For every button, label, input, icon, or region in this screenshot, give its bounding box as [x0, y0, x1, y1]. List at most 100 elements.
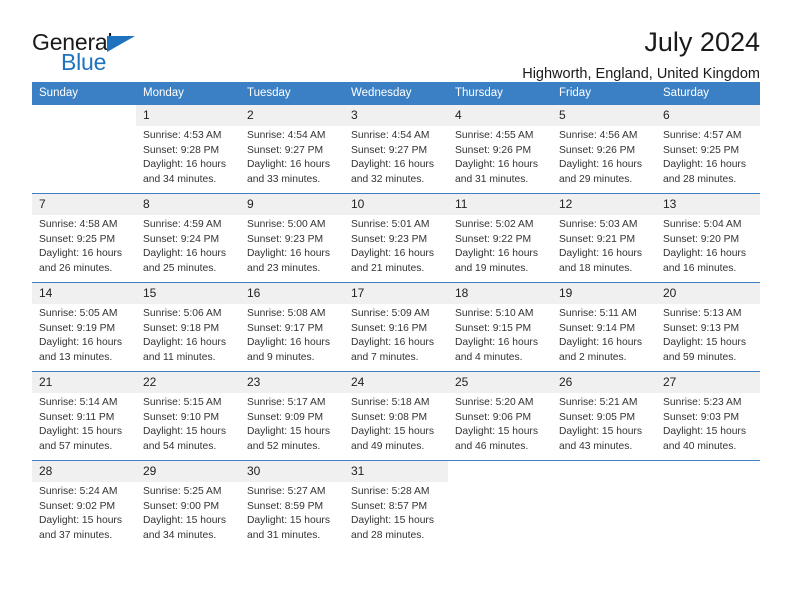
day-number: 6 [656, 105, 760, 126]
sunrise-text: Sunrise: 5:05 AM [39, 308, 118, 319]
calendar-day-cell[interactable]: 22 Sunrise: 5:15 AM Sunset: 9:10 PM Dayl… [136, 371, 240, 461]
calendar-day-cell[interactable]: 10 Sunrise: 5:01 AM Sunset: 9:23 PM Dayl… [344, 193, 448, 283]
calendar-day-cell[interactable]: 20 Sunrise: 5:13 AM Sunset: 9:13 PM Dayl… [656, 282, 760, 372]
calendar-day-cell[interactable]: 12 Sunrise: 5:03 AM Sunset: 9:21 PM Dayl… [552, 193, 656, 283]
calendar-week-row: 7 Sunrise: 4:58 AM Sunset: 9:25 PM Dayli… [32, 193, 760, 283]
calendar-day-cell[interactable]: 23 Sunrise: 5:17 AM Sunset: 9:09 PM Dayl… [240, 371, 344, 461]
weekday-header-thursday: Thursday [448, 82, 552, 105]
day-number: 1 [136, 105, 240, 126]
day-number: 29 [136, 461, 240, 482]
calendar-day-cell[interactable]: 27 Sunrise: 5:23 AM Sunset: 9:03 PM Dayl… [656, 371, 760, 461]
daylight-text-line1: Daylight: 15 hours [39, 426, 122, 438]
daylight-text-line2: and 59 minutes. [663, 351, 737, 363]
calendar-day-cell[interactable]: 26 Sunrise: 5:21 AM Sunset: 9:05 PM Dayl… [552, 371, 656, 461]
calendar-day-cell[interactable]: 3 Sunrise: 4:54 AM Sunset: 9:27 PM Dayli… [344, 104, 448, 194]
daylight-text-line1: Daylight: 15 hours [455, 426, 538, 438]
sunset-text: Sunset: 9:13 PM [663, 322, 740, 334]
day-details: Sunrise: 5:03 AM Sunset: 9:21 PM Dayligh… [552, 215, 656, 276]
sunrise-text: Sunrise: 5:09 AM [351, 308, 430, 319]
sunrise-text: Sunrise: 5:23 AM [663, 397, 742, 408]
daylight-text-line1: Daylight: 16 hours [247, 337, 330, 349]
calendar-day-cell[interactable]: 2 Sunrise: 4:54 AM Sunset: 9:27 PM Dayli… [240, 104, 344, 194]
daylight-text-line2: and 2 minutes. [559, 351, 627, 363]
calendar-day-cell[interactable]: 6 Sunrise: 4:57 AM Sunset: 9:25 PM Dayli… [656, 104, 760, 194]
daylight-text-line2: and 54 minutes. [143, 440, 217, 452]
calendar-day-cell[interactable]: 31 Sunrise: 5:28 AM Sunset: 8:57 PM Dayl… [344, 460, 448, 549]
calendar-day-cell[interactable]: 21 Sunrise: 5:14 AM Sunset: 9:11 PM Dayl… [32, 371, 136, 461]
calendar-week-row: 1 Sunrise: 4:53 AM Sunset: 9:28 PM Dayli… [32, 104, 760, 194]
day-number: 14 [32, 283, 136, 304]
daylight-text-line1: Daylight: 16 hours [351, 159, 434, 171]
daylight-text-line1: Daylight: 15 hours [663, 426, 746, 438]
calendar-day-cell[interactable]: 14 Sunrise: 5:05 AM Sunset: 9:19 PM Dayl… [32, 282, 136, 372]
calendar-day-cell[interactable]: 13 Sunrise: 5:04 AM Sunset: 9:20 PM Dayl… [656, 193, 760, 283]
sunrise-text: Sunrise: 5:11 AM [559, 308, 637, 319]
sunset-text: Sunset: 9:25 PM [663, 144, 740, 156]
sunrise-text: Sunrise: 5:02 AM [455, 219, 534, 230]
day-number: 8 [136, 194, 240, 215]
day-number: 5 [552, 105, 656, 126]
sunset-text: Sunset: 9:21 PM [559, 233, 636, 245]
calendar-day-cell[interactable]: 30 Sunrise: 5:27 AM Sunset: 8:59 PM Dayl… [240, 460, 344, 549]
daylight-text-line2: and 57 minutes. [39, 440, 113, 452]
calendar-day-cell[interactable]: 15 Sunrise: 5:06 AM Sunset: 9:18 PM Dayl… [136, 282, 240, 372]
day-number: 17 [344, 283, 448, 304]
day-details: Sunrise: 5:28 AM Sunset: 8:57 PM Dayligh… [344, 482, 448, 543]
daylight-text-line1: Daylight: 16 hours [143, 248, 226, 260]
sunrise-text: Sunrise: 5:13 AM [663, 308, 742, 319]
calendar-body: 1 Sunrise: 4:53 AM Sunset: 9:28 PM Dayli… [32, 104, 760, 549]
daylight-text-line1: Daylight: 16 hours [143, 337, 226, 349]
calendar-day-cell[interactable]: 8 Sunrise: 4:59 AM Sunset: 9:24 PM Dayli… [136, 193, 240, 283]
daylight-text-line2: and 49 minutes. [351, 440, 425, 452]
day-number [656, 461, 760, 479]
sunset-text: Sunset: 9:11 PM [39, 411, 115, 423]
daylight-text-line2: and 11 minutes. [143, 351, 216, 363]
daylight-text-line1: Daylight: 15 hours [143, 515, 226, 527]
brand-logo-triangle-icon [107, 36, 135, 52]
daylight-text-line1: Daylight: 16 hours [455, 248, 538, 260]
sunset-text: Sunset: 9:23 PM [247, 233, 324, 245]
calendar-day-cell[interactable]: 24 Sunrise: 5:18 AM Sunset: 9:08 PM Dayl… [344, 371, 448, 461]
daylight-text-line1: Daylight: 16 hours [247, 248, 330, 260]
daylight-text-line2: and 43 minutes. [559, 440, 633, 452]
calendar-day-cell[interactable]: 5 Sunrise: 4:56 AM Sunset: 9:26 PM Dayli… [552, 104, 656, 194]
sunrise-text: Sunrise: 5:03 AM [559, 219, 638, 230]
sunrise-text: Sunrise: 5:08 AM [247, 308, 326, 319]
calendar-day-cell[interactable]: 18 Sunrise: 5:10 AM Sunset: 9:15 PM Dayl… [448, 282, 552, 372]
sunset-text: Sunset: 9:23 PM [351, 233, 428, 245]
daylight-text-line1: Daylight: 16 hours [39, 248, 122, 260]
brand-logo[interactable]: General Blue [32, 28, 162, 76]
calendar-day-cell[interactable]: 25 Sunrise: 5:20 AM Sunset: 9:06 PM Dayl… [448, 371, 552, 461]
calendar-day-cell[interactable]: 17 Sunrise: 5:09 AM Sunset: 9:16 PM Dayl… [344, 282, 448, 372]
day-number: 3 [344, 105, 448, 126]
calendar-day-cell[interactable]: 7 Sunrise: 4:58 AM Sunset: 9:25 PM Dayli… [32, 193, 136, 283]
day-number: 18 [448, 283, 552, 304]
sunset-text: Sunset: 9:27 PM [247, 144, 324, 156]
weekday-header-saturday: Saturday [656, 82, 760, 105]
sunset-text: Sunset: 9:14 PM [559, 322, 636, 334]
sunset-text: Sunset: 9:15 PM [455, 322, 532, 334]
calendar-day-cell[interactable]: 28 Sunrise: 5:24 AM Sunset: 9:02 PM Dayl… [32, 460, 136, 549]
sunset-text: Sunset: 9:28 PM [143, 144, 220, 156]
daylight-text-line2: and 9 minutes. [247, 351, 315, 363]
day-number: 21 [32, 372, 136, 393]
sunset-text: Sunset: 9:22 PM [455, 233, 532, 245]
calendar-week-row: 14 Sunrise: 5:05 AM Sunset: 9:19 PM Dayl… [32, 282, 760, 372]
daylight-text-line1: Daylight: 16 hours [559, 248, 642, 260]
daylight-text-line1: Daylight: 15 hours [247, 426, 330, 438]
calendar-day-cell[interactable]: 9 Sunrise: 5:00 AM Sunset: 9:23 PM Dayli… [240, 193, 344, 283]
day-details: Sunrise: 5:20 AM Sunset: 9:06 PM Dayligh… [448, 393, 552, 454]
day-number [552, 461, 656, 479]
calendar-day-cell[interactable]: 29 Sunrise: 5:25 AM Sunset: 9:00 PM Dayl… [136, 460, 240, 549]
day-number: 11 [448, 194, 552, 215]
calendar-day-cell[interactable]: 16 Sunrise: 5:08 AM Sunset: 9:17 PM Dayl… [240, 282, 344, 372]
calendar-day-cell[interactable]: 11 Sunrise: 5:02 AM Sunset: 9:22 PM Dayl… [448, 193, 552, 283]
daylight-text-line2: and 21 minutes. [351, 262, 425, 274]
calendar-day-cell[interactable]: 1 Sunrise: 4:53 AM Sunset: 9:28 PM Dayli… [136, 104, 240, 194]
day-details: Sunrise: 5:05 AM Sunset: 9:19 PM Dayligh… [32, 304, 136, 365]
calendar-day-cell[interactable]: 4 Sunrise: 4:55 AM Sunset: 9:26 PM Dayli… [448, 104, 552, 194]
daylight-text-line2: and 28 minutes. [351, 529, 425, 541]
daylight-text-line1: Daylight: 16 hours [351, 248, 434, 260]
calendar-day-cell[interactable]: 19 Sunrise: 5:11 AM Sunset: 9:14 PM Dayl… [552, 282, 656, 372]
day-details [32, 123, 136, 126]
